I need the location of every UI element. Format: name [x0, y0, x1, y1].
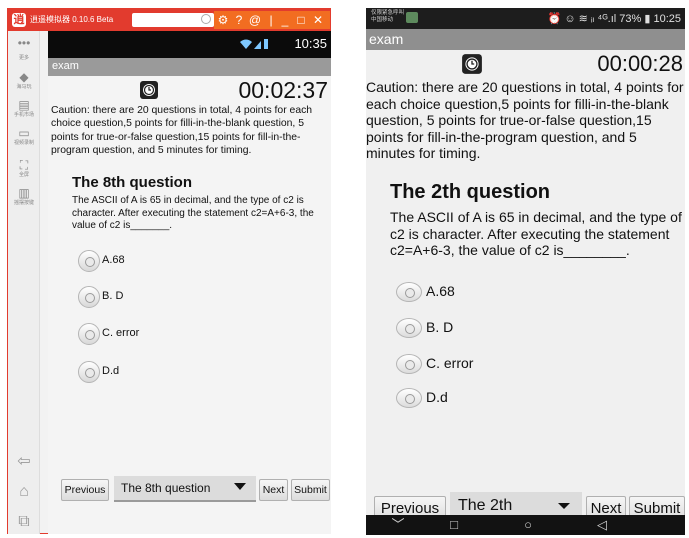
close-button[interactable]: ✕: [311, 12, 325, 28]
emulator-search-input[interactable]: [132, 13, 214, 27]
radio-button[interactable]: [78, 323, 100, 345]
dropdown-arrow-icon: [558, 503, 570, 509]
alarm-clock-icon: [140, 81, 158, 99]
mic-icon: ◆: [19, 70, 29, 84]
carrier-text: 仅限紧急呼叫 中国移动: [371, 10, 405, 23]
sidebar-label: 视频录制: [13, 140, 34, 146]
caution-text: Caution: there are 20 questions in total…: [366, 79, 684, 161]
radio-button[interactable]: [78, 250, 100, 272]
apk-icon: ▤: [18, 98, 30, 112]
radio-button[interactable]: [396, 318, 422, 338]
app-title: exam: [369, 31, 404, 47]
option-label: B. D: [426, 319, 454, 335]
wifi-signal-icon: [239, 38, 269, 53]
sidebar-item-more[interactable]: •••: [8, 37, 40, 50]
app-bar: exam: [366, 29, 685, 50]
emulator-titlebar: 逍 逍遥模拟器 0.10.6 Beta ⚙ ? @ | _ □ ✕: [8, 9, 330, 31]
option-label: A.68: [426, 283, 455, 299]
phone-screen: 仅限紧急呼叫 中国移动 ⏰ ☺ ≋ ᵢₗ ⁴ᴳ.ıl 73% ▮ 10:25 e…: [366, 8, 685, 535]
emulator-window-controls: ⚙ ? @ | _ □ ✕: [214, 11, 330, 29]
app-bar: exam: [48, 58, 331, 76]
emulator-title: 逍遥模拟器 0.10.6 Beta: [30, 15, 114, 24]
sidebar-item-market[interactable]: ▤ 手机市场: [8, 99, 40, 119]
submit-button[interactable]: Submit: [291, 479, 330, 501]
countdown-timer: 00:02:37: [238, 77, 328, 103]
sidebar-item-fullscreen[interactable]: ⛶ 全屏: [8, 159, 40, 179]
emulator-window: 逍 逍遥模拟器 0.10.6 Beta ⚙ ? @ | _ □ ✕ ••• 更多…: [7, 8, 331, 534]
recent-apps-icon[interactable]: □: [444, 515, 464, 535]
recent-apps-icon[interactable]: ⧉: [8, 513, 40, 531]
question-selector-value: The 2th: [458, 497, 513, 514]
minimize-button[interactable]: _: [278, 12, 292, 28]
caution-text: Caution: there are 20 questions in total…: [51, 105, 313, 156]
emulator-sidebar: ••• 更多 ◆ 海马玩 ▤ 手机市场 ▭ 视频录制 ⛶ 全屏 ▥ 摇摆按键 ⇦…: [8, 31, 40, 534]
question-selector[interactable]: The 8th question: [114, 476, 256, 502]
android-nav-bar: ﹀ □ ○ ◁: [366, 515, 685, 535]
sidebar-item-shake[interactable]: ▥ 摇摆按键: [8, 187, 40, 207]
question-selector-value: The 8th question: [121, 481, 211, 495]
alarm-clock-icon: [462, 54, 482, 74]
option-label: D.d: [102, 365, 120, 377]
dropdown-arrow-icon: [234, 483, 246, 490]
sidebar-label: 海马玩: [16, 84, 32, 90]
radio-button[interactable]: [396, 388, 422, 408]
option-label: C. error: [426, 355, 474, 371]
maximize-button[interactable]: □: [294, 12, 308, 28]
question-title: The 8th question: [72, 174, 192, 191]
option-label: D.d: [426, 389, 448, 405]
status-bar: 10:35: [48, 31, 331, 58]
countdown-timer: 00:00:28: [597, 51, 683, 76]
status-time: 10:35: [294, 36, 327, 51]
status-indicators: ⏰ ☺ ≋ ᵢₗ ⁴ᴳ.ıl 73% ▮ 10:25: [547, 13, 681, 25]
separator: |: [269, 13, 273, 27]
option-label: A.68: [102, 254, 125, 266]
previous-button[interactable]: Previous: [61, 479, 109, 501]
sidebar-label: 摇摆按键: [13, 200, 34, 206]
emulator-screen: 10:35 exam 00:02:37 Caution: there are 2…: [48, 31, 331, 534]
radio-button[interactable]: [78, 361, 100, 383]
sidebar-label: 全屏: [18, 172, 29, 178]
sidebar-item-video[interactable]: ▭ 视频录制: [8, 127, 40, 147]
radio-button[interactable]: [396, 282, 422, 302]
video-icon: ▭: [18, 126, 30, 140]
notification-icon: [406, 12, 418, 23]
back-nav-icon[interactable]: ⇦: [8, 451, 40, 471]
status-bar: 仅限紧急呼叫 中国移动 ⏰ ☺ ≋ ᵢₗ ⁴ᴳ.ıl 73% ▮ 10:25: [366, 8, 685, 29]
option-label: C. error: [102, 327, 140, 339]
sidebar-item-haimawan[interactable]: ◆ 海马玩: [8, 71, 40, 91]
home-nav-icon[interactable]: ⌂: [8, 483, 40, 501]
sidebar-label: 手机市场: [13, 112, 34, 118]
emulator-logo: 逍: [12, 13, 26, 27]
app-title: exam: [52, 60, 79, 72]
radio-button[interactable]: [78, 286, 100, 308]
settings-icon[interactable]: ⚙: [216, 12, 230, 28]
fullscreen-icon: ⛶: [19, 158, 29, 172]
shake-icon: ▥: [18, 186, 30, 200]
home-nav-icon[interactable]: ○: [518, 515, 538, 535]
option-label: B. D: [102, 290, 124, 302]
next-button[interactable]: Next: [259, 479, 288, 501]
hide-keyboard-icon[interactable]: ﹀: [388, 515, 408, 535]
help-icon[interactable]: ?: [232, 12, 246, 28]
sidebar-item-more-label[interactable]: 更多: [8, 55, 40, 62]
back-nav-icon[interactable]: ◁: [592, 515, 612, 535]
question-text: The ASCII of A is 65 in decimal, and the…: [72, 195, 314, 231]
search-icon[interactable]: [201, 14, 211, 24]
radio-button[interactable]: [396, 354, 422, 374]
account-icon[interactable]: @: [248, 12, 262, 28]
question-title: The 2th question: [390, 181, 550, 203]
question-text: The ASCII of A is 65 in decimal, and the…: [390, 209, 682, 258]
more-icon: •••: [17, 36, 31, 50]
sidebar-label: 更多: [18, 55, 29, 61]
